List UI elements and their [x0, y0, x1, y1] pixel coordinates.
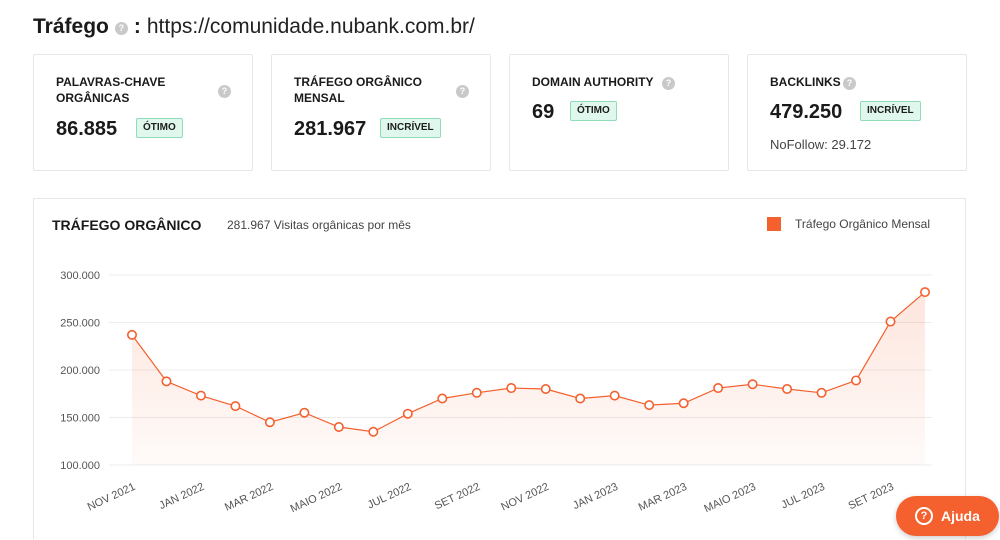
data-point	[127, 329, 138, 340]
data-point	[816, 387, 827, 398]
data-point	[368, 426, 379, 437]
nofollow-count: NoFollow: 29.172	[770, 137, 872, 152]
card-organic-keywords: PALAVRAS-CHAVE ORGÂNICAS ? 86.885 ÓTIMO	[33, 54, 253, 171]
help-button-label: Ajuda	[941, 508, 980, 524]
data-point	[506, 383, 517, 394]
card-backlinks: BACKLINKS ? 479.250 INCRÍVEL NoFollow: 2…	[747, 54, 967, 171]
x-tick-label: JAN 2022	[157, 481, 206, 512]
question-icon: ?	[915, 507, 933, 525]
card-title: TRÁFEGO ORGÂNICO MENSAL	[294, 75, 422, 105]
data-point	[299, 407, 310, 418]
help-icon[interactable]: ?	[456, 85, 469, 98]
page-header: Tráfego ? : https://comunidade.nubank.co…	[33, 12, 475, 42]
help-icon[interactable]: ?	[114, 22, 128, 35]
data-point	[713, 383, 724, 394]
card-title: BACKLINKS	[770, 75, 841, 89]
data-point	[782, 384, 793, 395]
status-badge: INCRÍVEL	[860, 101, 921, 121]
card-title: DOMAIN AUTHORITY	[532, 75, 654, 89]
data-point	[575, 393, 586, 404]
card-value: 69	[532, 101, 555, 123]
x-tick-label: JUL 2023	[779, 481, 826, 512]
help-icon[interactable]: ?	[662, 77, 675, 90]
status-badge: ÓTIMO	[136, 118, 183, 138]
x-tick-label: SET 2022	[433, 481, 482, 512]
data-point	[540, 384, 551, 395]
data-point	[851, 375, 862, 386]
organic-traffic-chart: TRÁFEGO ORGÂNICO 281.967 Visitas orgânic…	[33, 198, 966, 539]
data-point	[437, 393, 448, 404]
data-point	[885, 316, 896, 327]
card-value: 479.250	[770, 101, 843, 123]
x-tick-label: MAR 2023	[637, 481, 689, 514]
help-chat-button[interactable]: ? Ajuda	[896, 496, 999, 536]
y-tick-label: 200.000	[60, 365, 100, 377]
data-point	[609, 390, 620, 401]
page-title: Tráfego	[33, 15, 109, 38]
data-point	[230, 401, 241, 412]
y-tick-label: 300.000	[60, 270, 100, 282]
x-tick-label: NOV 2021	[86, 481, 138, 514]
y-tick-label: 100.000	[60, 460, 100, 472]
help-icon[interactable]: ?	[843, 77, 856, 90]
x-tick-label: SET 2023	[847, 481, 896, 512]
data-point	[471, 387, 482, 398]
y-tick-label: 250.000	[60, 318, 100, 330]
data-point	[264, 417, 275, 428]
y-tick-label: 150.000	[60, 413, 100, 425]
status-badge: INCRÍVEL	[380, 118, 441, 138]
help-icon[interactable]: ?	[218, 85, 231, 98]
card-monthly-organic-traffic: TRÁFEGO ORGÂNICO MENSAL ? 281.967 INCRÍV…	[271, 54, 491, 171]
data-point	[333, 422, 344, 433]
data-point	[644, 400, 655, 411]
card-title: PALAVRAS-CHAVE ORGÂNICAS	[56, 75, 166, 105]
x-tick-label: JAN 2023	[571, 481, 620, 512]
x-tick-label: MAIO 2022	[289, 481, 344, 515]
data-point	[402, 408, 413, 419]
data-point	[919, 287, 930, 298]
x-tick-label: MAR 2022	[223, 481, 275, 514]
x-tick-label: MAIO 2023	[702, 481, 757, 515]
data-point	[161, 376, 172, 387]
card-value: 281.967	[294, 118, 367, 140]
title-separator: :	[133, 15, 141, 38]
chart-plot: 300.000 250.000 200.000 150.000 100.000 NOV 2…	[60, 270, 932, 515]
series-area	[132, 292, 925, 465]
card-value: 86.885	[56, 118, 118, 140]
card-domain-authority: DOMAIN AUTHORITY ? 69 ÓTIMO	[509, 54, 729, 171]
data-point	[195, 390, 206, 401]
data-point	[747, 379, 758, 390]
x-tick-label: NOV 2022	[499, 481, 551, 514]
x-tick-label: JUL 2022	[366, 481, 413, 512]
status-badge: ÓTIMO	[570, 101, 617, 121]
domain-url: https://comunidade.nubank.com.br/	[146, 15, 475, 38]
data-point	[678, 398, 689, 409]
